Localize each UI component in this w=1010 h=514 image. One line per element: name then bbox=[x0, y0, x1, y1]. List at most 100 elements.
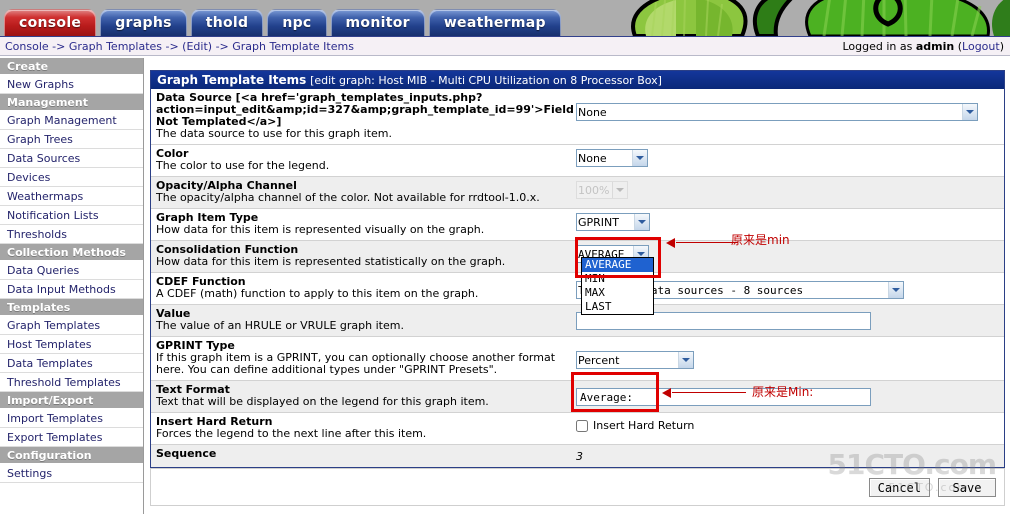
row-consolidation-function: Consolidation Function How data for this… bbox=[151, 241, 1004, 273]
main-content: Graph Template Items [edit graph: Host M… bbox=[150, 70, 1005, 468]
cdef-function-desc: A CDEF (math) function to apply to this … bbox=[156, 287, 479, 300]
color-select-wrap[interactable]: None bbox=[576, 149, 648, 167]
opacity-label-cell: Opacity/Alpha Channel The opacity/alpha … bbox=[151, 177, 576, 208]
graph-template-items-panel: Graph Template Items [edit graph: Host M… bbox=[150, 70, 1005, 468]
consolidation-function-label-cell: Consolidation Function How data for this… bbox=[151, 241, 576, 272]
graph-item-type-select-wrap[interactable]: GPRINT bbox=[576, 213, 650, 231]
row-text-format: Text Format Text that will be displayed … bbox=[151, 381, 1004, 413]
consolidation-function-dropdown-list[interactable]: AVERAGE MIN MAX LAST bbox=[581, 257, 654, 315]
cancel-button[interactable]: Cancel bbox=[868, 478, 930, 497]
opacity-select: 100% bbox=[576, 181, 628, 199]
gprint-type-select-wrap[interactable]: Percent bbox=[576, 341, 694, 369]
sequence-label-cell: Sequence bbox=[151, 445, 576, 467]
row-insert-hard-return: Insert Hard Return Forces the legend to … bbox=[151, 413, 1004, 445]
sidebar-item-data-queries[interactable]: Data Queries bbox=[0, 261, 143, 280]
sidebar-header-management: Management bbox=[0, 94, 143, 111]
text-format-input[interactable] bbox=[576, 388, 871, 406]
opacity-desc: The opacity/alpha channel of the color. … bbox=[156, 191, 540, 204]
sidebar-item-settings[interactable]: Settings bbox=[0, 464, 143, 483]
logout-link[interactable]: Logout bbox=[962, 40, 1000, 53]
sidebar-item-export-templates[interactable]: Export Templates bbox=[0, 428, 143, 447]
dropdown-option-last[interactable]: LAST bbox=[582, 300, 653, 314]
tab-thold[interactable]: thold bbox=[190, 9, 264, 36]
sidebar-header-templates: Templates bbox=[0, 299, 143, 316]
sidebar-item-new-graphs[interactable]: New Graphs bbox=[0, 75, 143, 94]
tab-graphs[interactable]: graphs bbox=[100, 9, 187, 36]
gprint-type-select[interactable]: Percent bbox=[576, 351, 694, 369]
graph-item-type-field-cell: GPRINT bbox=[576, 209, 1004, 240]
insert-hard-return-checkbox[interactable] bbox=[576, 419, 588, 432]
tab-monitor[interactable]: monitor bbox=[330, 9, 425, 36]
insert-hard-return-checkbox-label: Insert Hard Return bbox=[593, 419, 695, 432]
data-source-desc: The data source to use for this graph it… bbox=[156, 127, 392, 140]
sidebar-item-graph-trees[interactable]: Graph Trees bbox=[0, 130, 143, 149]
sidebar-item-import-templates[interactable]: Import Templates bbox=[0, 409, 143, 428]
tab-npc[interactable]: npc bbox=[267, 9, 327, 36]
insert-hard-return-label-cell: Insert Hard Return Forces the legend to … bbox=[151, 413, 576, 444]
insert-hard-return-control[interactable]: Insert Hard Return bbox=[576, 417, 1000, 432]
dropdown-option-min[interactable]: MIN bbox=[582, 272, 653, 286]
data-source-label: Data Source [<a href='graph_templates_in… bbox=[156, 91, 574, 128]
sequence-field-cell: 3 bbox=[576, 445, 1004, 467]
annotation-line-text-format bbox=[672, 392, 746, 393]
gprint-type-label-cell: GPRINT Type If this graph item is a GPRI… bbox=[151, 337, 576, 380]
value-desc: The value of an HRULE or VRULE graph ite… bbox=[156, 319, 404, 332]
sidebar-item-data-sources[interactable]: Data Sources bbox=[0, 149, 143, 168]
graph-item-type-label-cell: Graph Item Type How data for this item i… bbox=[151, 209, 576, 240]
sidebar-item-threshold-templates[interactable]: Threshold Templates bbox=[0, 373, 143, 392]
row-gprint-type: GPRINT Type If this graph item is a GPRI… bbox=[151, 337, 1004, 381]
sidebar-item-data-templates[interactable]: Data Templates bbox=[0, 354, 143, 373]
sequence-label: Sequence bbox=[156, 447, 217, 460]
sidebar-item-data-input-methods[interactable]: Data Input Methods bbox=[0, 280, 143, 299]
sidebar-item-host-templates[interactable]: Host Templates bbox=[0, 335, 143, 354]
sequence-value: 3 bbox=[576, 450, 583, 463]
color-field-cell: None bbox=[576, 145, 1004, 176]
breadcrumb[interactable]: Console -> Graph Templates -> (Edit) -> … bbox=[5, 40, 354, 53]
logged-in-user: admin bbox=[915, 40, 955, 53]
text-format-label-cell: Text Format Text that will be displayed … bbox=[151, 381, 576, 412]
breadcrumb-bar: Console -> Graph Templates -> (Edit) -> … bbox=[0, 36, 1010, 56]
row-data-source: Data Source [<a href='graph_templates_in… bbox=[151, 89, 1004, 145]
sidebar-item-graph-templates[interactable]: Graph Templates bbox=[0, 316, 143, 335]
consolidation-function-desc: How data for this item is represented st… bbox=[156, 255, 506, 268]
sidebar-item-thresholds[interactable]: Thresholds bbox=[0, 225, 143, 244]
dropdown-option-average[interactable]: AVERAGE bbox=[582, 258, 653, 272]
sidebar-item-weathermaps[interactable]: Weathermaps bbox=[0, 187, 143, 206]
insert-hard-return-field-cell: Insert Hard Return bbox=[576, 413, 1004, 444]
session-info: Logged in as admin (Logout) bbox=[842, 40, 1004, 53]
opacity-field-cell: 100% bbox=[576, 177, 1004, 208]
sidebar-item-notification-lists[interactable]: Notification Lists bbox=[0, 206, 143, 225]
tab-console[interactable]: console bbox=[4, 9, 97, 36]
sidebar-item-devices[interactable]: Devices bbox=[0, 168, 143, 187]
tab-weathermap[interactable]: weathermap bbox=[428, 9, 561, 36]
data-source-select-wrap[interactable]: None bbox=[576, 93, 978, 121]
sidebar-header-configuration: Configuration bbox=[0, 447, 143, 464]
annotation-line-consolidation bbox=[676, 242, 738, 243]
cacti-banner-graphic bbox=[600, 0, 1010, 36]
data-source-field-cell: None bbox=[576, 89, 1004, 144]
cacti-plant-illustration bbox=[600, 0, 1010, 36]
top-banner: console graphs thold npc monitor weather… bbox=[0, 0, 1010, 36]
graph-item-type-select[interactable]: GPRINT bbox=[576, 213, 650, 231]
logged-in-prefix: Logged in as bbox=[842, 40, 916, 53]
save-button[interactable]: Save bbox=[938, 478, 996, 497]
dropdown-option-max[interactable]: MAX bbox=[582, 286, 653, 300]
row-color: Color The color to use for the legend. N… bbox=[151, 145, 1004, 177]
gprint-type-desc: If this graph item is a GPRINT, you can … bbox=[156, 351, 556, 376]
logout-close-paren: ) bbox=[999, 40, 1004, 53]
row-opacity: Opacity/Alpha Channel The opacity/alpha … bbox=[151, 177, 1004, 209]
logout-open-paren: ( bbox=[954, 40, 963, 53]
data-source-select[interactable]: None bbox=[576, 103, 978, 121]
sidebar-item-graph-management[interactable]: Graph Management bbox=[0, 111, 143, 130]
main-tab-bar[interactable]: console graphs thold npc monitor weather… bbox=[4, 5, 561, 36]
text-format-desc: Text that will be displayed on the legen… bbox=[156, 395, 489, 408]
annotation-text-text-format: 原来是Min: bbox=[752, 385, 814, 399]
sidebar-header-create: Create bbox=[0, 58, 143, 75]
insert-hard-return-desc: Forces the legend to the next line after… bbox=[156, 427, 427, 440]
color-desc: The color to use for the legend. bbox=[156, 159, 330, 172]
cdef-function-label-cell: CDEF Function A CDEF (math) function to … bbox=[151, 273, 576, 304]
row-cdef-function: CDEF Function A CDEF (math) function to … bbox=[151, 273, 1004, 305]
sidebar: Create New Graphs Management Graph Manag… bbox=[0, 58, 144, 514]
color-select[interactable]: None bbox=[576, 149, 648, 167]
row-graph-item-type: Graph Item Type How data for this item i… bbox=[151, 209, 1004, 241]
